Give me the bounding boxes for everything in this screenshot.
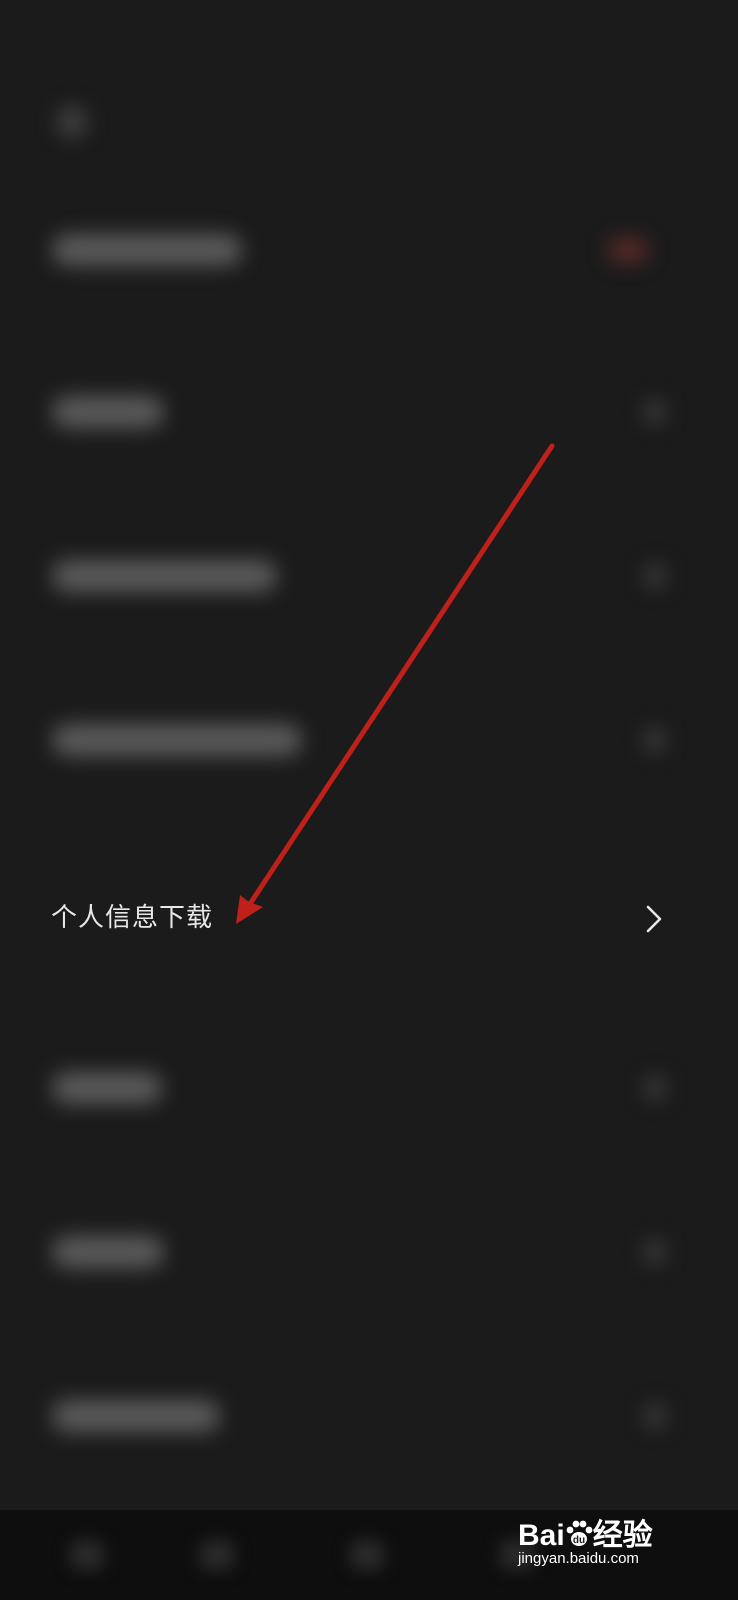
chevron-right-icon: [642, 1402, 668, 1430]
settings-row-8[interactable]: [0, 1356, 738, 1476]
chevron-right-icon: [646, 905, 662, 933]
settings-row-3[interactable]: [0, 516, 738, 636]
blurred-label: [52, 234, 242, 266]
watermark-url: jingyan.baidu.com: [518, 1550, 639, 1567]
blurred-label: [52, 1400, 220, 1432]
settings-screen: 个人信息下载 Bai du 经验 jingyan.baidu.com: [0, 0, 738, 1600]
settings-row-2[interactable]: [0, 352, 738, 472]
row-label: 个人信息下载: [51, 903, 214, 933]
settings-row-6[interactable]: [0, 1028, 738, 1148]
watermark-brand-right: 经验: [592, 1519, 653, 1552]
chevron-right-icon: [642, 726, 668, 754]
chevron-right-icon: [642, 398, 668, 426]
watermark-brand-left: Bai: [518, 1519, 565, 1552]
settings-row-personal-info-download[interactable]: 个人信息下载: [0, 860, 738, 980]
settings-row-4[interactable]: [0, 680, 738, 800]
nav-icon[interactable]: [350, 1540, 384, 1570]
baidu-jingyan-watermark: Bai du 经验 jingyan.baidu.com: [518, 1510, 708, 1572]
chevron-right-icon: [642, 1238, 668, 1266]
blurred-label: [52, 1072, 162, 1104]
nav-icon[interactable]: [200, 1540, 234, 1570]
badge-icon: [608, 238, 648, 262]
back-arrow-icon[interactable]: [55, 105, 89, 139]
chevron-right-icon: [642, 562, 668, 590]
settings-row-1[interactable]: [0, 190, 738, 310]
chevron-right-icon: [642, 1074, 668, 1102]
blurred-label: [52, 1236, 164, 1268]
paw-icon: du: [566, 1520, 593, 1546]
nav-icon[interactable]: [70, 1540, 104, 1570]
blurred-label: [52, 724, 302, 756]
blurred-label: [52, 560, 277, 592]
settings-row-7[interactable]: [0, 1192, 738, 1312]
blurred-label: [52, 396, 164, 428]
svg-text:du: du: [573, 1535, 585, 1546]
